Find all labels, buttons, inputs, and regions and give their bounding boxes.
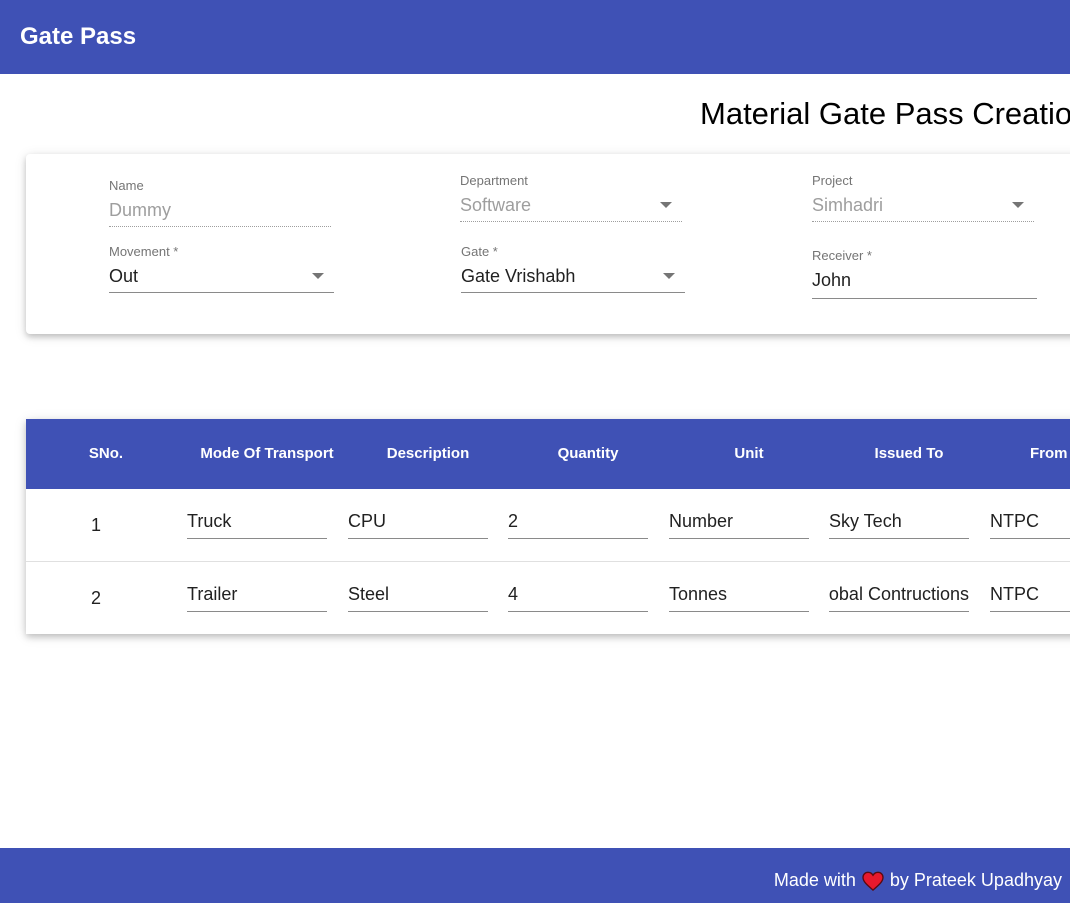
- chevron-down-icon[interactable]: [312, 273, 324, 279]
- name-field: Name Dummy: [109, 178, 331, 227]
- footer: Made with by Prateek Upadhyay: [0, 848, 1070, 903]
- header-unit: Unit: [734, 445, 764, 462]
- project-label: Project: [812, 173, 853, 188]
- project-select: Simhadri: [812, 194, 1034, 222]
- header-mode-of-transport: Mode Of Transport: [200, 445, 334, 462]
- gate-value: Gate Vrishabh: [461, 266, 576, 286]
- movement-value: Out: [109, 266, 139, 286]
- receiver-input[interactable]: John: [812, 269, 1037, 299]
- department-label: Department: [460, 173, 528, 188]
- name-label: Name: [109, 178, 144, 193]
- app-title: Gate Pass: [20, 23, 137, 50]
- quantity-input[interactable]: 2: [508, 510, 648, 539]
- movement-select[interactable]: Out: [109, 265, 334, 293]
- app-bar: Gate Pass: [0, 0, 1070, 74]
- from-input[interactable]: NTPC: [990, 583, 1070, 612]
- mode-of-transport-input[interactable]: Truck: [187, 510, 327, 539]
- receiver-label: Receiver *: [812, 248, 872, 263]
- name-input: Dummy: [109, 199, 331, 227]
- row-sno: 2: [90, 588, 101, 608]
- gate-select[interactable]: Gate Vrishabh: [461, 265, 685, 293]
- department-field: Department Software: [460, 173, 682, 222]
- page-title: Material Gate Pass Creation: [700, 96, 1070, 131]
- header-issued-to: Issued To: [874, 445, 944, 462]
- issued-to-input[interactable]: Global Contructions: [829, 583, 969, 612]
- issued-to-input[interactable]: Sky Tech: [829, 510, 969, 539]
- header-sno: SNo.: [88, 445, 124, 462]
- gate-pass-form: Name Dummy Department Software Project S…: [26, 154, 1070, 334]
- mode-of-transport-input[interactable]: Trailer: [187, 583, 327, 612]
- table-row: 1 Truck CPU 2 Number Sky Tech NTPC: [26, 489, 1070, 561]
- gate-field[interactable]: Gate * Gate Vrishabh: [461, 244, 685, 293]
- from-input[interactable]: NTPC: [990, 510, 1070, 539]
- description-input[interactable]: CPU: [348, 510, 488, 539]
- header-from: From: [1030, 445, 1068, 462]
- department-value: Software: [460, 195, 532, 215]
- chevron-down-icon: [660, 202, 672, 208]
- header-description: Description: [386, 445, 470, 462]
- row-sno: 1: [90, 515, 101, 535]
- movement-label: Movement *: [109, 244, 179, 259]
- quantity-input[interactable]: 4: [508, 583, 648, 612]
- unit-input[interactable]: Tonnes: [669, 583, 809, 612]
- table-header: SNo. Mode Of Transport Description Quant…: [26, 419, 1070, 489]
- gate-label: Gate *: [461, 244, 498, 259]
- chevron-down-icon[interactable]: [663, 273, 675, 279]
- receiver-field[interactable]: Receiver * John: [812, 248, 1037, 299]
- unit-input[interactable]: Number: [669, 510, 809, 539]
- footer-made-with: Made with: [773, 870, 856, 890]
- table-row: 2 Trailer Steel 4 Tonnes Global Contruct…: [26, 561, 1070, 633]
- description-input[interactable]: Steel: [348, 583, 488, 612]
- chevron-down-icon: [1012, 202, 1024, 208]
- materials-table: SNo. Mode Of Transport Description Quant…: [26, 419, 1070, 634]
- footer-credit: Made with by Prateek Upadhyay: [774, 870, 1062, 891]
- project-value: Simhadri: [812, 195, 884, 215]
- project-field: Project Simhadri: [812, 173, 1034, 222]
- department-select: Software: [460, 194, 682, 222]
- heart-icon: [862, 871, 884, 891]
- header-quantity: Quantity: [557, 445, 619, 462]
- movement-field[interactable]: Movement * Out: [109, 244, 334, 293]
- footer-author: by Prateek Upadhyay: [889, 870, 1062, 890]
